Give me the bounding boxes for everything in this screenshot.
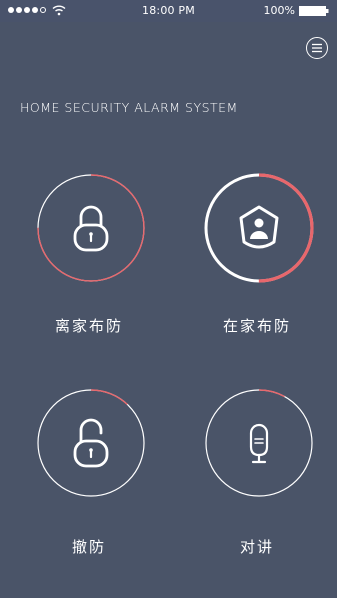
intercom-button[interactable]: 对讲 [187, 388, 327, 568]
unlock-icon [73, 418, 109, 468]
progress-ring [37, 174, 145, 282]
page-title: HOME SECURITY ALARM SYSTEM [20, 100, 238, 115]
progress-ring [204, 173, 314, 283]
home-shield-icon [239, 205, 279, 249]
menu-button[interactable] [306, 37, 328, 59]
status-bar: 18:00 PM 100% [0, 0, 337, 22]
battery-icon [299, 6, 329, 16]
disarm-label: 撤防 [71, 538, 106, 556]
home-arm-label: 在家布防 [222, 317, 291, 335]
app-screen: 18:00 PM 100% HOME SECURITY ALARM SYSTEM [0, 0, 337, 598]
progress-ring [37, 389, 145, 497]
intercom-label: 对讲 [239, 538, 274, 556]
progress-ring [205, 389, 313, 497]
away-arm-label: 离家布防 [54, 317, 123, 335]
disarm-button[interactable]: 撤防 [19, 388, 159, 568]
lock-icon [73, 205, 109, 252]
menu-icon [312, 43, 322, 53]
away-arm-button[interactable]: 离家布防 [19, 173, 159, 353]
battery-percentage: 100% [263, 4, 295, 17]
microphone-icon [249, 423, 269, 464]
home-arm-button[interactable]: 在家布防 [187, 173, 327, 353]
